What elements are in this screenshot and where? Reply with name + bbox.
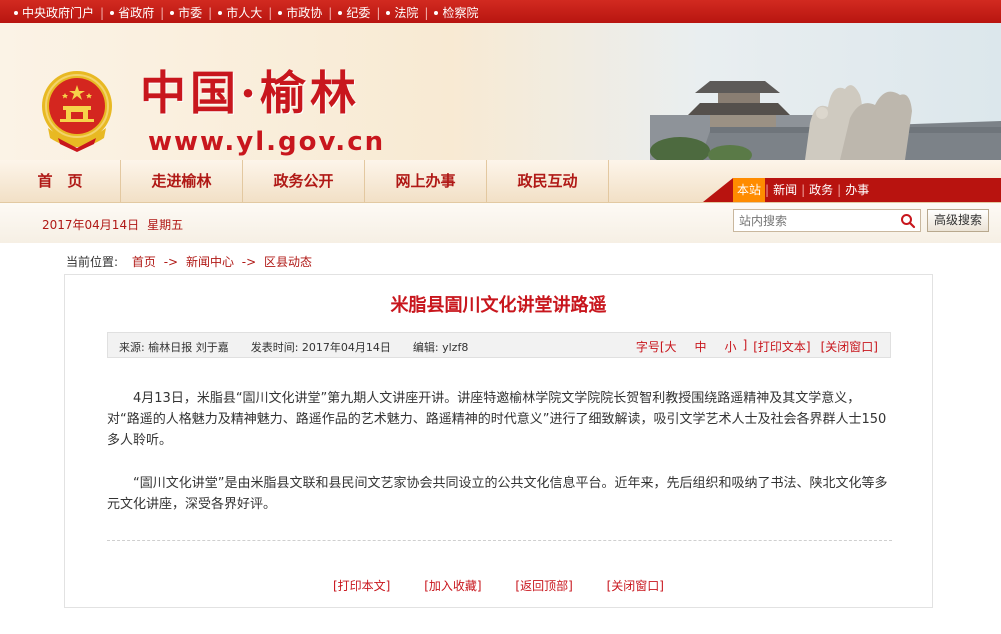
breadcrumb-home[interactable]: 首页 xyxy=(132,255,156,269)
nav-government-affairs[interactable]: 政务公开 xyxy=(243,160,365,202)
article-tools: 字号[ 大 中 小 ] [打印文本] [关闭窗口] xyxy=(636,338,878,355)
back-to-top-link[interactable]: [返回顶部] xyxy=(515,579,572,593)
top-link-cppcc[interactable]: 市政协 xyxy=(278,4,322,21)
scope-this-site[interactable]: 本站 xyxy=(733,178,766,202)
search-box xyxy=(733,209,921,232)
top-links: 中央政府门户 | 省政府 | 市委 | 市人大 | 市政协 | 纪委 | 法院 … xyxy=(14,4,478,21)
top-link-procuratorate[interactable]: 检察院 xyxy=(434,4,478,21)
article-title: 米脂县圁川文化讲堂讲路遥 xyxy=(390,295,607,316)
top-link-label: 省政府 xyxy=(118,6,155,20)
search-scope-bar: 本站 | 新闻 | 政务 | 办事 xyxy=(703,178,1001,202)
bullet-dot-icon xyxy=(170,10,175,15)
bullet-dot-icon xyxy=(278,10,283,15)
font-size-small[interactable]: 小 xyxy=(725,338,737,355)
top-link-city-committee[interactable]: 市委 xyxy=(170,4,202,21)
site-title: 中国·榆林 xyxy=(140,66,361,120)
print-text-link[interactable]: [打印文本] xyxy=(753,338,810,355)
scope-news[interactable]: 新闻 xyxy=(769,178,801,202)
breadcrumb: 当前位置: 首页 -> 新闻中心 -> 区县动态 xyxy=(66,253,312,270)
bullet-dot-icon xyxy=(110,10,115,15)
top-link-central-gov[interactable]: 中央政府门户 xyxy=(14,4,94,21)
site-banner: 中国·榆林 www.yl.gov.cn xyxy=(0,23,1001,160)
main-nav: 首 页 走进榆林 政务公开 网上办事 政民互动 本站 | 新闻 | 政务 | 办… xyxy=(0,160,1001,203)
breadcrumb-county-news[interactable]: 区县动态 xyxy=(264,255,312,269)
breadcrumb-separator: -> xyxy=(163,255,179,269)
article-meta: 来源: 榆林日报 刘于嘉 发表时间: 2017年04月14日 编辑: ylzf8 xyxy=(119,339,480,355)
print-article-link[interactable]: [打印本文] xyxy=(333,579,390,593)
search-input[interactable] xyxy=(734,210,904,231)
article-info-bar: 来源: 榆林日报 刘于嘉 发表时间: 2017年04月14日 编辑: ylzf8… xyxy=(107,332,891,358)
top-link-label: 市人大 xyxy=(226,6,263,20)
bullet-dot-icon xyxy=(218,10,223,15)
top-link-label: 中央政府门户 xyxy=(22,6,95,20)
top-link-bar: 中央政府门户 | 省政府 | 市委 | 市人大 | 市政协 | 纪委 | 法院 … xyxy=(0,0,1001,23)
font-size-medium[interactable]: 中 xyxy=(695,338,707,355)
breadcrumb-prefix: 当前位置: xyxy=(66,255,119,269)
weekday-text: 星期五 xyxy=(147,218,184,232)
article-publish-date: 发表时间: 2017年04月14日 xyxy=(250,341,391,354)
close-window-link[interactable]: [关闭窗口] xyxy=(821,338,878,355)
site-url: www.yl.gov.cn xyxy=(148,127,386,157)
advanced-search-button[interactable]: 高级搜索 xyxy=(927,209,989,232)
article-panel: 米脂县圁川文化讲堂讲路遥 来源: 榆林日报 刘于嘉 发表时间: 2017年04月… xyxy=(64,274,933,608)
search-icon[interactable] xyxy=(900,213,916,229)
bullet-dot-icon xyxy=(14,10,18,15)
article-paragraph: 4月13日，米脂县“圁川文化讲堂”第九期人文讲座开讲。讲座特邀榆林学院文学院院长… xyxy=(107,391,887,448)
font-size-large[interactable]: 大 xyxy=(665,338,677,355)
breadcrumb-separator: -> xyxy=(241,255,257,269)
article-body: 4月13日，米脂县“圁川文化讲堂”第九期人文讲座开讲。讲座特邀榆林学院文学院院长… xyxy=(107,388,892,537)
top-link-label: 检察院 xyxy=(442,6,479,20)
city-wall-illustration xyxy=(650,81,1001,160)
nav-about-yulin[interactable]: 走进榆林 xyxy=(121,160,243,202)
top-link-label: 纪委 xyxy=(346,6,371,20)
scope-government[interactable]: 政务 xyxy=(805,178,837,202)
top-link-label: 市政协 xyxy=(286,6,323,20)
nav-online-services[interactable]: 网上办事 xyxy=(365,160,487,202)
article-editor: 编辑: ylzf8 xyxy=(412,341,469,354)
bullet-dot-icon xyxy=(434,10,439,15)
bullet-dot-icon xyxy=(386,10,391,15)
nav-home[interactable]: 首 页 xyxy=(0,160,121,202)
top-link-court[interactable]: 法院 xyxy=(386,4,418,21)
top-link-discipline[interactable]: 纪委 xyxy=(338,4,370,21)
article-source: 来源: 榆林日报 刘于嘉 xyxy=(119,341,229,354)
article-divider xyxy=(107,540,892,541)
top-link-peoples-congress[interactable]: 市人大 xyxy=(218,4,262,21)
font-size-label: 字号[ xyxy=(635,340,665,354)
national-emblem-icon xyxy=(42,71,112,152)
article-bottom-links: [打印本文] [加入收藏] [返回顶部] [关闭窗口] xyxy=(65,577,932,594)
top-link-label: 法院 xyxy=(394,6,419,20)
font-size-close-bracket: ] xyxy=(742,338,748,352)
article-paragraph: “圁川文化讲堂”是由米脂县文联和县民间文艺家协会共同设立的公共文化信息平台。近年… xyxy=(107,476,888,512)
bullet-dot-icon xyxy=(338,10,343,15)
nav-items: 首 页 走进榆林 政务公开 网上办事 政民互动 xyxy=(0,160,609,202)
current-date: 2017年04月14日 星期五 xyxy=(42,216,191,233)
top-link-province-gov[interactable]: 省政府 xyxy=(110,4,154,21)
search-scope-links: 本站 | 新闻 | 政务 | 办事 xyxy=(733,178,873,202)
add-favorite-link[interactable]: [加入收藏] xyxy=(424,579,481,593)
close-window-bottom-link[interactable]: [关闭窗口] xyxy=(607,579,664,593)
nav-public-interaction[interactable]: 政民互动 xyxy=(487,160,609,202)
scope-services[interactable]: 办事 xyxy=(841,178,873,202)
date-text: 2017年04月14日 xyxy=(42,218,140,232)
breadcrumb-news-center[interactable]: 新闻中心 xyxy=(186,255,234,269)
top-link-label: 市委 xyxy=(178,6,203,20)
